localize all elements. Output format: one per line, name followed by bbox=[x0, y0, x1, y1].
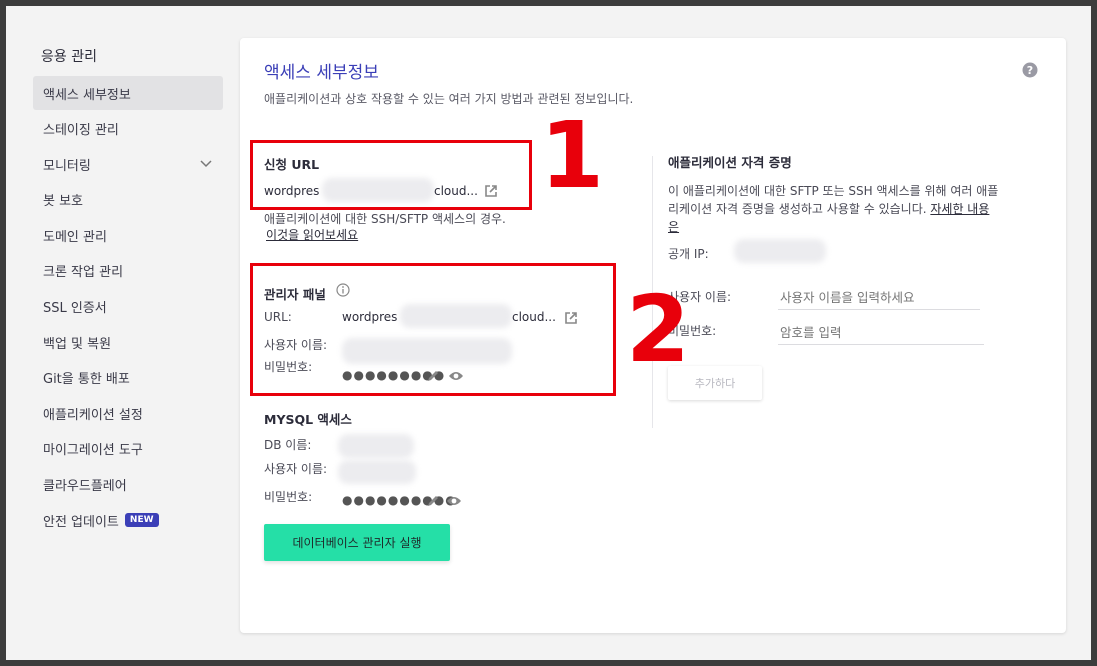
eye-icon[interactable] bbox=[446, 495, 462, 507]
sidebar-item-cloudflare[interactable]: 클라우드플레어 bbox=[33, 468, 223, 502]
db-user-label: 사용자 이름: bbox=[264, 462, 328, 476]
redacted-public-ip bbox=[734, 239, 826, 263]
svg-text:?: ? bbox=[1027, 64, 1033, 77]
sidebar-item-label: SSL 인증서 bbox=[43, 301, 107, 317]
app-frame: 응용 관리 액세스 세부정보 스테이징 관리 모니터링 봇 보호 도메인 관리 … bbox=[6, 6, 1091, 660]
sidebar-item-label: 액세스 세부정보 bbox=[43, 87, 131, 103]
sidebar-item-label: 스테이징 관리 bbox=[43, 123, 119, 139]
credentials-description-line2: 리케이션 자격 증명을 생성하고 사용할 수 있습니다. bbox=[668, 202, 927, 216]
sidebar-item-domains[interactable]: 도메인 관리 bbox=[33, 218, 223, 252]
sidebar-item-bot-protection[interactable]: 봇 보호 bbox=[33, 183, 223, 217]
annotation-box-2 bbox=[250, 263, 616, 396]
credentials-description: 이 애플리케이션에 대한 SFTP 또는 SSH 액세스를 위해 여러 애플 리… bbox=[668, 182, 1044, 236]
sidebar-item-migration[interactable]: 마이그레이션 도구 bbox=[33, 432, 223, 466]
sidebar-item-label: 크론 작업 관리 bbox=[43, 265, 124, 281]
sidebar-item-label: 봇 보호 bbox=[43, 194, 84, 210]
sidebar-item-label: 안전 업데이트 bbox=[43, 514, 119, 530]
annotation-number-1: 1 bbox=[540, 102, 605, 209]
sidebar-item-label: 백업 및 복원 bbox=[43, 336, 112, 352]
sidebar-item-app-settings[interactable]: 애플리케이션 설정 bbox=[33, 396, 223, 430]
sidebar-item-backup[interactable]: 백업 및 복원 bbox=[33, 325, 223, 359]
credentials-description-line1: 이 애플리케이션에 대한 SFTP 또는 SSH 액세스를 위해 여러 애플 bbox=[668, 184, 999, 198]
credentials-description-line2-wrap: 리케이션 자격 증명을 생성하고 사용할 수 있습니다. 자세한 내용 bbox=[668, 200, 1044, 218]
sidebar-item-label: 도메인 관리 bbox=[43, 229, 107, 245]
db-password-label: 비밀번호: bbox=[264, 490, 313, 504]
help-icon[interactable]: ? bbox=[1022, 62, 1038, 78]
learn-more-link-continued[interactable]: 은 bbox=[668, 218, 1044, 236]
sidebar-item-safe-updates[interactable]: 안전 업데이트 NEW bbox=[33, 503, 223, 537]
learn-more-link[interactable]: 자세한 내용 bbox=[930, 202, 989, 216]
chevron-down-icon[interactable] bbox=[199, 156, 213, 170]
db-name-label: DB 이름: bbox=[264, 438, 312, 452]
ssh-note: 애플리케이션에 대한 SSH/SFTP 액세스의 경우. bbox=[264, 212, 506, 226]
mysql-heading: MYSQL 액세스 bbox=[264, 412, 352, 427]
sidebar-item-staging[interactable]: 스테이징 관리 bbox=[33, 112, 223, 146]
sidebar-item-access-details[interactable]: 액세스 세부정보 bbox=[33, 76, 223, 110]
sidebar-item-cron[interactable]: 크론 작업 관리 bbox=[33, 254, 223, 288]
sidebar-title: 응용 관리 bbox=[41, 49, 97, 65]
sidebar-item-label: 마이그레이션 도구 bbox=[43, 443, 143, 459]
redacted-db-name bbox=[338, 434, 414, 458]
sidebar-item-ssl[interactable]: SSL 인증서 bbox=[33, 290, 223, 324]
sidebar: 응용 관리 액세스 세부정보 스테이징 관리 모니터링 봇 보호 도메인 관리 … bbox=[33, 42, 223, 539]
username-input[interactable] bbox=[778, 286, 980, 310]
redacted-db-user bbox=[338, 460, 416, 484]
sidebar-item-label: 클라우드플레어 bbox=[43, 479, 127, 495]
sidebar-item-label: 모니터링 bbox=[43, 158, 91, 174]
public-ip-label: 공개 IP: bbox=[668, 247, 709, 261]
sidebar-item-monitoring[interactable]: 모니터링 bbox=[33, 147, 223, 181]
credentials-heading: 애플리케이션 자격 증명 bbox=[668, 155, 792, 170]
annotation-number-2: 2 bbox=[626, 276, 691, 383]
sidebar-item-git[interactable]: Git을 통한 배포 bbox=[33, 361, 223, 395]
annotation-box-1 bbox=[250, 140, 532, 210]
new-badge: NEW bbox=[124, 513, 159, 528]
password-input[interactable] bbox=[778, 321, 984, 345]
page-title: 액세스 세부정보 bbox=[264, 63, 379, 83]
ssh-read-link[interactable]: 이것을 읽어보세요 bbox=[266, 226, 358, 243]
edit-pencil-icon[interactable] bbox=[426, 494, 440, 508]
sidebar-item-label: 애플리케이션 설정 bbox=[43, 407, 143, 423]
access-details-card: 액세스 세부정보 애플리케이션과 상호 작용할 수 있는 여러 가지 방법과 관… bbox=[240, 38, 1066, 633]
sidebar-item-label: Git을 통한 배포 bbox=[43, 372, 130, 388]
launch-db-manager-button[interactable]: 데이터베이스 관리자 실행 bbox=[264, 524, 450, 561]
